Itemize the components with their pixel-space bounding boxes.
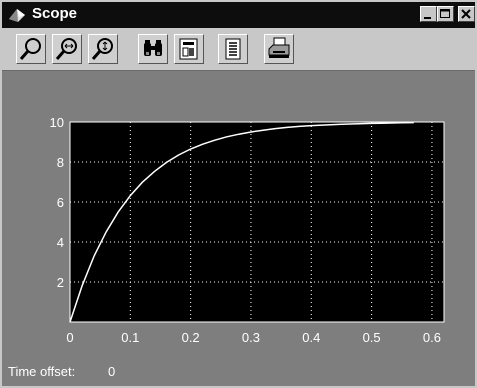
zoom-icon (19, 38, 41, 60)
x-tick-label: 0.6 (423, 330, 441, 345)
zoom-button[interactable] (16, 34, 46, 64)
y-axis-ticks: 2 4 6 8 10 (50, 115, 64, 290)
x-tick-label: 0.1 (121, 330, 139, 345)
x-tick-label: 0 (66, 330, 73, 345)
close-button[interactable] (458, 6, 475, 22)
title-bar[interactable]: Scope (2, 2, 475, 28)
print-button[interactable] (264, 34, 294, 64)
status-bar: Time offset: 0 (2, 358, 475, 386)
autoscale-binoculars-icon (144, 40, 162, 56)
close-icon (461, 9, 471, 19)
maximize-button[interactable] (437, 6, 454, 22)
autoscale-button[interactable] (138, 34, 168, 64)
x-tick-label: 0.5 (363, 330, 381, 345)
x-axis-ticks: 0 0.1 0.2 0.3 0.4 0.5 0.6 (66, 330, 441, 345)
parameters-button[interactable] (218, 34, 248, 64)
time-offset-value: 0 (108, 364, 116, 379)
minimize-button[interactable] (420, 6, 437, 22)
x-tick-label: 0.4 (302, 330, 320, 345)
save-axes-button[interactable] (174, 34, 204, 64)
y-tick-label: 4 (57, 235, 64, 250)
zoom-x-icon (55, 38, 77, 60)
plot-background (70, 122, 444, 322)
parameters-icon (225, 38, 241, 60)
zoom-y-icon (91, 38, 113, 60)
x-tick-label: 0.3 (242, 330, 260, 345)
time-offset-label: Time offset: (8, 364, 76, 379)
scope-plot: 2 4 6 8 10 0 0.1 0.2 0.3 0.4 0.5 0.6 (50, 115, 445, 345)
maximize-icon (440, 9, 450, 18)
zoom-y-button[interactable] (88, 34, 118, 64)
minimize-icon (424, 17, 431, 19)
x-tick-label: 0.2 (182, 330, 200, 345)
zoom-x-button[interactable] (52, 34, 82, 64)
y-tick-label: 10 (50, 115, 64, 130)
y-tick-label: 6 (57, 195, 64, 210)
y-tick-label: 2 (57, 275, 64, 290)
scope-window: Scope 2 4 6 8 10 0 0.1 0.2 0.3 0.4 0.5 0… (0, 0, 477, 388)
matlab-logo-icon (8, 6, 26, 24)
print-icon (268, 37, 290, 58)
save-axes-icon (179, 38, 198, 60)
window-title: Scope (32, 5, 78, 22)
toolbar (2, 28, 475, 71)
y-tick-label: 8 (57, 155, 64, 170)
